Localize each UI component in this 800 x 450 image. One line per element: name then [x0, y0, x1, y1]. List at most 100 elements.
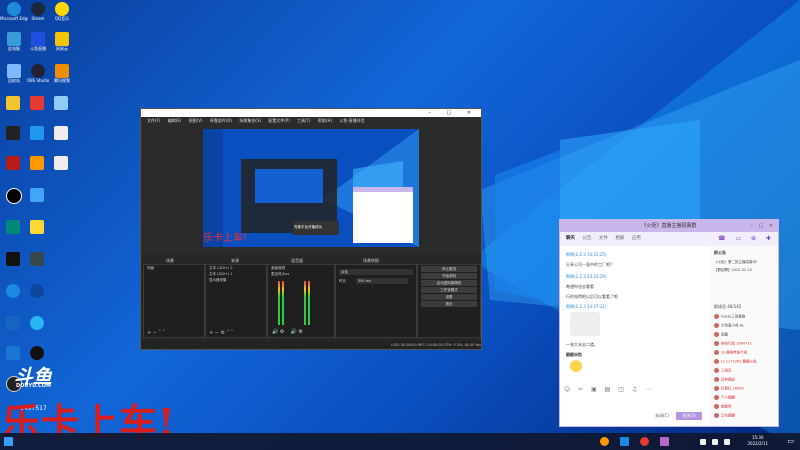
- member-item[interactable]: 大色鬼小鸡 Fe: [714, 323, 744, 329]
- app-icon[interactable]: [30, 96, 44, 110]
- app-icon[interactable]: [6, 346, 20, 360]
- app-icon[interactable]: [6, 284, 20, 298]
- app-icon[interactable]: [30, 126, 44, 140]
- desktop-icon-qqmusic[interactable]: QQ音乐: [48, 2, 76, 32]
- app-icon[interactable]: [54, 126, 68, 140]
- exit-button[interactable]: 退出: [421, 301, 477, 307]
- menu-profile[interactable]: 配置文件(P): [268, 118, 290, 123]
- qq-icon[interactable]: [30, 346, 44, 360]
- member-item[interactable]: Gusto三班雅韵: [714, 314, 745, 320]
- member-item[interactable]: Lk 撒嗅老板叶胡: [714, 350, 747, 356]
- taskbar-app-icon[interactable]: [640, 437, 649, 446]
- netease-icon: [55, 32, 69, 46]
- member-item[interactable]: 刷帅们成 1664711: [714, 341, 752, 347]
- member-item[interactable]: 华东翻翻: [714, 413, 735, 419]
- app-icon[interactable]: [30, 252, 44, 266]
- message-list[interactable]: 啊啊(2.2.3 14:22:25) 分享公司—面中的工厂吧? 啊啊(2.2.3…: [560, 246, 708, 396]
- app-icon[interactable]: [30, 220, 44, 234]
- member-item[interactable]: Ls 1171262 翻翻斗鱼: [714, 359, 757, 365]
- input-toolbar[interactable]: ☺ ✂ ▣ ▤ ◫ ♫ ⋯: [564, 386, 654, 393]
- app-icon[interactable]: [30, 188, 44, 202]
- transitions-panel[interactable]: 淡化 时长 300 ms: [335, 264, 417, 338]
- studio-mode-button[interactable]: 工作室模式: [421, 287, 477, 293]
- app-icon[interactable]: [54, 96, 68, 110]
- tab-notice[interactable]: 公告: [582, 236, 591, 241]
- app-icon[interactable]: [6, 252, 20, 266]
- sources-panel[interactable]: 文本 (GDI+) 2 文本 (GDI+) 1 显示器采集 + − ⚙ ˄ ˅: [205, 264, 267, 338]
- app-icon[interactable]: [6, 220, 20, 234]
- duration-input[interactable]: 300 ms: [356, 278, 408, 284]
- taskbar-app-icon[interactable]: [660, 437, 669, 446]
- window-controls[interactable]: – □ ✕: [428, 109, 478, 117]
- start-icon[interactable]: [4, 437, 13, 446]
- obs-titlebar[interactable]: – □ ✕: [141, 109, 481, 117]
- scene-item[interactable]: 场景: [144, 265, 204, 271]
- avatar: [714, 404, 719, 409]
- desktop-icon-video[interactable]: 腾讯视频: [48, 64, 76, 94]
- notification-icon[interactable]: ▭: [787, 437, 794, 445]
- stop-stream-button[interactable]: 停止推流: [421, 266, 477, 272]
- menu-scene-collection[interactable]: 场景集合(S): [239, 118, 261, 123]
- desktop-icon-label: 网易云: [56, 46, 68, 51]
- virtual-camera-button[interactable]: 启动虚拟摄像机: [421, 280, 477, 286]
- tray-icon[interactable]: [724, 439, 730, 445]
- member-item[interactable]: 个人翻翻: [714, 395, 735, 401]
- menu-docks[interactable]: 停靠部件(D): [210, 118, 232, 123]
- tab-apps[interactable]: 应用: [632, 236, 641, 241]
- tab-files[interactable]: 文件: [599, 236, 608, 241]
- app-icon[interactable]: [6, 156, 20, 170]
- side-line: 《火炬》第二批主播招募中!: [714, 260, 758, 264]
- tab-chat[interactable]: 聊天: [566, 236, 575, 241]
- source-item[interactable]: 显示器采集: [206, 277, 266, 283]
- member-item[interactable]: 雨露: [714, 332, 728, 338]
- member-item[interactable]: 三胡巴: [714, 368, 732, 374]
- menu-tools[interactable]: 工具(T): [297, 118, 311, 123]
- transition-select[interactable]: 淡化: [339, 269, 413, 275]
- app-icon[interactable]: [6, 96, 20, 110]
- member-item[interactable]: 红攒红 26400: [714, 386, 744, 392]
- tray-icon[interactable]: [700, 439, 706, 445]
- app-icon[interactable]: [6, 126, 20, 140]
- taskbar-clock[interactable]: 15:30 2022/2/11: [747, 435, 768, 447]
- sources-toolbar[interactable]: + − ⚙ ˄ ˅: [209, 330, 233, 336]
- menu-douyu[interactable]: 斗鱼·直播伴侣: [339, 118, 364, 123]
- menu-file[interactable]: 文件(F): [147, 118, 160, 123]
- app-icon[interactable]: [54, 156, 68, 170]
- desktop-icon-netease[interactable]: 网易云: [48, 32, 76, 62]
- avatar: [714, 386, 719, 391]
- menu-view[interactable]: 视图(V): [189, 118, 203, 123]
- group-chat-window[interactable]: 《火炬》直播主播招募群 – □ ✕ 聊天 公告 文件 相册 应用 ☎ ▭ ⊕ ✚…: [559, 219, 779, 427]
- audio-meter: [282, 281, 284, 325]
- chat-window-controls[interactable]: – □ ✕: [750, 223, 775, 229]
- app-icon[interactable]: [30, 284, 44, 298]
- app-icon[interactable]: [30, 156, 44, 170]
- mixer-mute-icons[interactable]: 🔊 ⚙ 🔊 ⚙: [272, 329, 303, 335]
- scenes-toolbar[interactable]: + − ˄ ˅: [147, 330, 165, 336]
- app-icon[interactable]: [6, 188, 22, 204]
- app-icon[interactable]: [30, 316, 44, 330]
- tab-album[interactable]: 相册: [615, 236, 624, 241]
- app-icon[interactable]: [6, 316, 20, 330]
- settings-button[interactable]: 设置: [421, 294, 477, 300]
- taskbar-app-icon[interactable]: [600, 437, 609, 446]
- chat-tabs: 聊天 公告 文件 相册 应用 ☎ ▭ ⊕ ✚: [560, 232, 778, 246]
- member-name: 吕林攝影: [721, 377, 735, 382]
- obs-dock-area: 场景 来源 混音器 场景转换 场景 + − ˄ ˅ 文本 (GDI+) 2 文本…: [141, 254, 481, 349]
- taskbar-app-icon[interactable]: [620, 437, 629, 446]
- obs-icon: [31, 64, 45, 78]
- chat-toolbar-icons[interactable]: ☎ ▭ ⊕ ✚: [718, 232, 775, 246]
- menu-edit[interactable]: 编辑(E): [168, 118, 182, 123]
- mixer-panel[interactable]: 桌面音频 麦克风/Aux 🔊 ⚙ 🔊 ⚙: [267, 264, 335, 338]
- group-sidebar: 群公告 《火炬》第二批主播招募中! 【群招聘】2022-02-10 群成员 46…: [710, 246, 778, 426]
- douyu-icon: [31, 32, 45, 46]
- start-recording-button[interactable]: 开始录制: [421, 273, 477, 279]
- member-item[interactable]: 都都养: [714, 404, 732, 410]
- close-button[interactable]: 关闭(C): [650, 412, 674, 420]
- send-button[interactable]: 发送(S): [676, 412, 702, 420]
- member-item[interactable]: 吕林攝影: [714, 377, 735, 383]
- tray-icon[interactable]: [712, 439, 718, 445]
- menu-help[interactable]: 帮助(H): [318, 118, 332, 123]
- obs-window[interactable]: – □ ✕ 文件(F) 编辑(E) 视图(V) 停靠部件(D) 场景集合(S) …: [140, 108, 482, 350]
- scenes-panel[interactable]: 场景 + − ˄ ˅: [143, 264, 205, 338]
- audio-meter: [308, 281, 310, 325]
